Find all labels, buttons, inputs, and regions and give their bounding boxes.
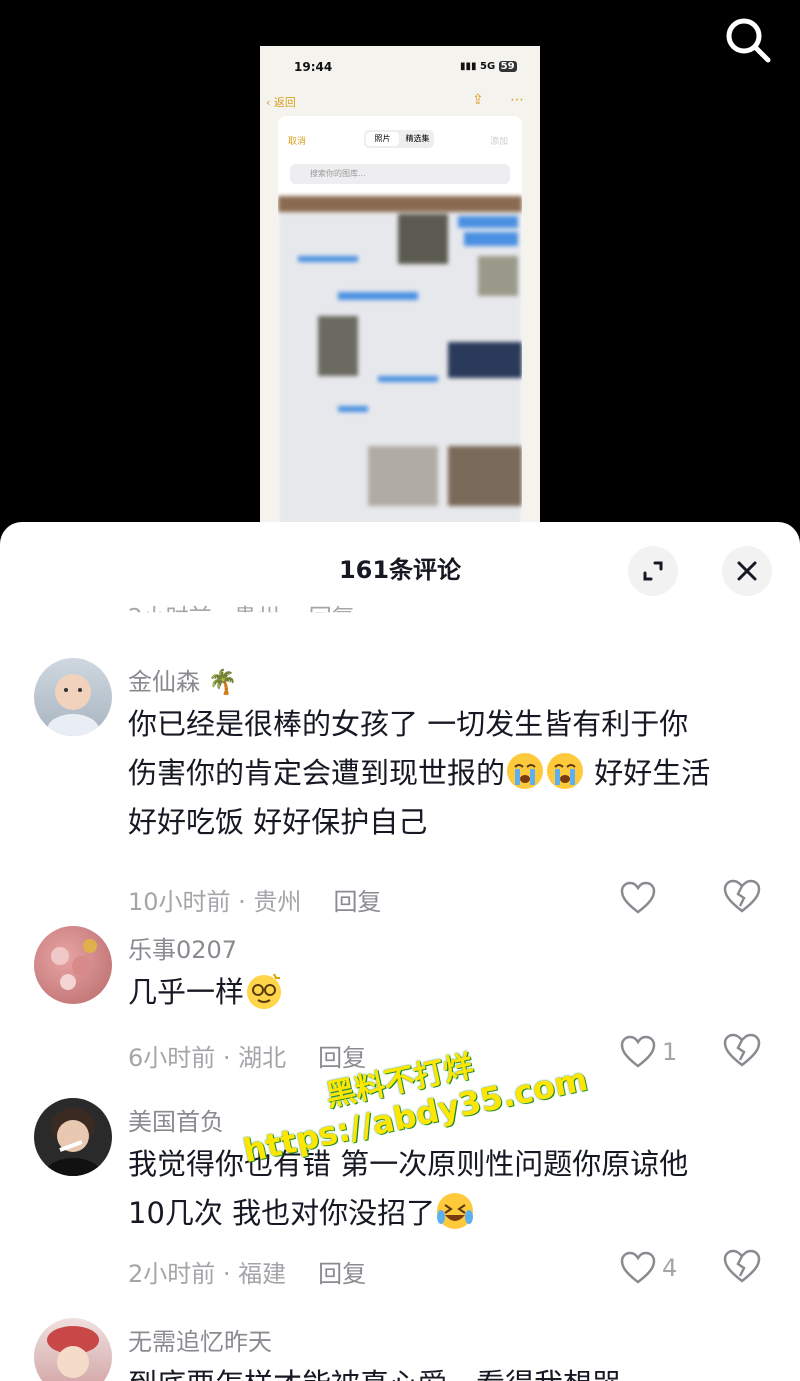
- like-button[interactable]: 4: [620, 1248, 677, 1288]
- phone-status-bar: 19:44 ▮▮▮ 5G 59: [260, 46, 540, 86]
- comment-time: 6小时前: [128, 1044, 216, 1072]
- comment-text: 我觉得你也有错 第一次原则性问题你原谅他 10几次 我也对你没招了: [128, 1147, 689, 1230]
- reply-button[interactable]: 回复: [318, 1044, 366, 1072]
- dislike-button[interactable]: [722, 1248, 762, 1288]
- comment-meta: 6小时前 · 湖北 回复: [128, 1044, 367, 1072]
- comment-time: 2小时前: [128, 1260, 216, 1288]
- phone-add-label: 添加: [490, 137, 509, 147]
- search-icon: [726, 18, 771, 63]
- heart-outline-icon: [620, 1035, 656, 1068]
- phone-photo-picker: 取消 照片 精选集 添加 搜索你的图库...: [278, 116, 522, 526]
- comment-username[interactable]: 金仙森 🌴: [128, 662, 238, 697]
- laughing-crying-face-icon: [437, 1193, 474, 1229]
- phone-cancel-label: 取消: [288, 137, 307, 147]
- comment-username[interactable]: 乐事0207: [128, 930, 237, 965]
- comment-username[interactable]: 美国首负: [128, 1102, 224, 1137]
- photo-picker-header: 取消 照片 精选集 添加: [278, 126, 522, 152]
- reply-button[interactable]: 回复: [333, 888, 381, 916]
- photo-picker-segment: 照片 精选集: [364, 130, 434, 148]
- comment-item: 美国首负 我觉得你也有错 第一次原则性问题你原谅他 10几次 我也对你没招了 2…: [0, 1098, 800, 1298]
- more-icon: ⋯: [510, 92, 524, 108]
- palm-tree-icon: 🌴: [207, 668, 238, 696]
- heart-outline-icon: [620, 1251, 656, 1284]
- comment-meta: 10小时前 · 贵州 回复: [128, 888, 382, 916]
- comments-count-title: 161条评论: [338, 556, 462, 584]
- search-button[interactable]: [722, 14, 774, 66]
- close-button[interactable]: [722, 546, 772, 596]
- heart-outline-icon: [620, 881, 656, 914]
- phone-time: 19:44: [294, 60, 333, 74]
- like-button[interactable]: 1: [620, 1032, 677, 1072]
- blurred-photo-grid: [278, 196, 522, 526]
- close-icon: [737, 561, 757, 581]
- phone-signal: ▮▮▮ 5G 59: [460, 61, 517, 72]
- comment-username[interactable]: 无需追忆昨天: [128, 1322, 272, 1357]
- video-area[interactable]: 19:44 ▮▮▮ 5G 59 ‹ 返回 ⇪ ⋯ 取消 照片 精选集 添加 搜索…: [0, 0, 800, 540]
- comment-location: 贵州: [253, 888, 302, 916]
- comment-item: 乐事0207 几乎一样 6小时前 · 湖北 回复 1: [0, 926, 800, 1076]
- comment-time: 10小时前: [128, 888, 231, 916]
- comment-text: 你已经是很棒的女孩了 一切发生皆有利于你 伤害你的肯定会遭到现世报的 好好生活 …: [128, 707, 711, 839]
- phone-search-field: 搜索你的图库...: [290, 164, 510, 184]
- comment-location: 湖北: [238, 1044, 287, 1072]
- comment-text: 几乎一样: [128, 968, 778, 1017]
- segment-featured: 精选集: [405, 134, 430, 143]
- share-icon: ⇪: [472, 92, 484, 108]
- avatar[interactable]: [34, 1318, 112, 1381]
- comment-item: 金仙森 🌴 你已经是很棒的女孩了 一切发生皆有利于你 伤害你的肯定会遭到现世报的…: [0, 658, 800, 916]
- phone-back-link: ‹ 返回: [266, 96, 296, 109]
- broken-heart-icon: [723, 879, 761, 913]
- avatar[interactable]: [34, 658, 112, 736]
- like-button[interactable]: [620, 878, 662, 918]
- comments-sheet: 161条评论 2小时前 · 贵州 回复 金仙森 🌴 你已经是很棒的女孩了 一切发…: [0, 522, 800, 1381]
- comment-text: 到底要怎样才能被真心爱一看得我想哭: [128, 1360, 778, 1381]
- expand-button[interactable]: [628, 546, 678, 596]
- dislike-button[interactable]: [722, 878, 762, 918]
- segment-photos: 照片: [366, 132, 399, 146]
- broken-heart-icon: [723, 1033, 761, 1067]
- crying-face-icon: [547, 753, 584, 789]
- comment-location: 福建: [238, 1260, 287, 1288]
- avatar[interactable]: [34, 1098, 112, 1176]
- crying-face-icon: [507, 753, 544, 789]
- like-count: 4: [662, 1254, 678, 1282]
- dizzy-face-icon: [247, 973, 282, 1009]
- reply-button[interactable]: 回复: [318, 1260, 366, 1288]
- phone-nav-bar: ‹ 返回 ⇪ ⋯: [260, 90, 540, 116]
- expand-icon: [643, 561, 663, 581]
- comment-item: 无需追忆昨天 到底要怎样才能被真心爱一看得我想哭: [0, 1318, 800, 1381]
- comment-meta: 2小时前 · 福建 回复: [128, 1260, 367, 1288]
- dislike-button[interactable]: [722, 1032, 762, 1072]
- video-frame-phone-screenshot: 19:44 ▮▮▮ 5G 59 ‹ 返回 ⇪ ⋯ 取消 照片 精选集 添加 搜索…: [260, 46, 540, 526]
- previous-comment-meta: 2小时前 · 贵州 回复: [128, 605, 355, 631]
- avatar[interactable]: [34, 926, 112, 1004]
- like-count: 1: [662, 1038, 678, 1066]
- broken-heart-icon: [723, 1249, 761, 1283]
